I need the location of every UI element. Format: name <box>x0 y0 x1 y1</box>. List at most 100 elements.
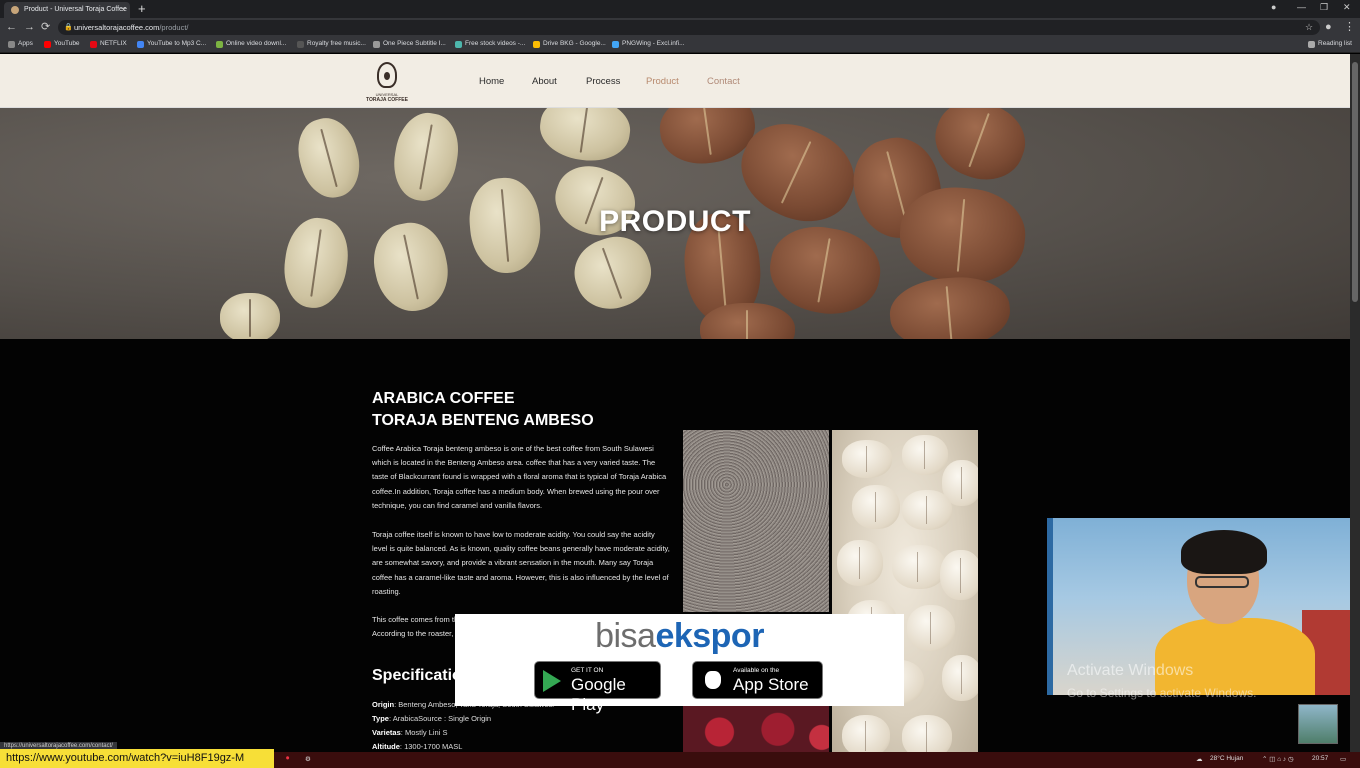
settings-icon[interactable]: ⚙ <box>305 755 311 763</box>
green-bean <box>837 540 883 586</box>
product-heading-line2: TORAJA BENTENG AMBESO <box>372 412 594 429</box>
bookmark-label: Royalty free music... <box>307 40 366 47</box>
reading-list-button[interactable]: Reading list <box>1308 40 1352 48</box>
ground-coffee-photo <box>683 430 829 612</box>
music-icon <box>297 41 304 48</box>
bookmark-item[interactable]: One Piece Subtitle I... <box>373 40 446 48</box>
bookmark-label: YouTube <box>54 40 80 47</box>
bookmark-star-icon[interactable]: ☆ <box>1305 20 1313 34</box>
browser-tab-strip: Product - Universal Toraja Coffee × + ● … <box>0 0 1360 18</box>
bookmark-label: NETFLIX <box>100 40 127 47</box>
apple-icon <box>705 671 721 689</box>
apps-icon <box>8 41 15 48</box>
browser-tab[interactable]: Product - Universal Toraja Coffee × <box>4 2 130 18</box>
google-play-label: Google Play <box>571 675 626 714</box>
bookmark-item[interactable]: Free stock videos -... <box>455 40 526 48</box>
logo-line2: TORAJA COFFEE <box>366 97 408 103</box>
google-play-small: GET IT ON <box>571 667 604 674</box>
green-beans-photo <box>832 430 978 760</box>
spec-row: Type: ArabicaSource : Single Origin <box>372 714 491 723</box>
video-thumbnail[interactable] <box>1298 704 1338 744</box>
coffee-bean <box>290 111 368 205</box>
record-icon[interactable]: ⏺ <box>286 755 289 763</box>
nav-process[interactable]: Process <box>586 76 620 87</box>
product-heading-line1: ARABICA COFFEE <box>372 390 515 407</box>
back-icon[interactable]: ← <box>6 20 17 34</box>
notification-icon[interactable]: ▭ <box>1340 755 1346 763</box>
product-description: Coffee Arabica Toraja benteng ambeso is … <box>372 444 667 510</box>
bookmark-label: Apps <box>18 40 33 47</box>
google-play-icon <box>543 670 561 692</box>
new-tab-button[interactable]: + <box>138 1 146 17</box>
bisaekspor-logo: bisaekspor <box>455 617 904 656</box>
hero-banner: PRODUCT <box>0 108 1350 339</box>
menu-icon[interactable]: ⋮ <box>1344 20 1355 34</box>
bookmark-item[interactable]: YouTube to Mp3 C... <box>137 40 207 48</box>
green-bean <box>842 715 890 757</box>
green-bean <box>942 655 978 701</box>
green-bean <box>842 440 892 478</box>
spec-label: Origin <box>372 700 395 709</box>
nav-product[interactable]: Product <box>646 76 679 87</box>
restore-icon[interactable]: ❐ <box>1320 2 1328 13</box>
cam-person-glasses <box>1195 576 1249 588</box>
site-logo[interactable]: UNIVERSAL TORAJA COFFEE <box>363 62 411 103</box>
coffee-bean <box>887 272 1013 339</box>
bookmark-item[interactable]: YouTube <box>44 40 80 48</box>
bookmark-item[interactable]: Apps <box>8 40 33 48</box>
spec-value: : Mostly Lini S <box>400 728 448 737</box>
bookmark-item[interactable]: Drive BKG - Google... <box>533 40 606 48</box>
coffee-bean <box>536 108 634 166</box>
app-store-button[interactable]: Available on the App Store <box>692 661 823 699</box>
bookmark-item[interactable]: Royalty free music... <box>297 40 366 48</box>
browser-toolbar: ← → ⟳ 🔒 universaltorajacoffee.com/produc… <box>0 18 1360 37</box>
cam-person-hair <box>1181 530 1267 574</box>
scrollbar-thumb[interactable] <box>1352 62 1358 302</box>
spec-label: Altitude <box>372 742 400 751</box>
forward-icon[interactable]: → <box>24 20 35 34</box>
address-bar[interactable]: 🔒 universaltorajacoffee.com/product/ <box>58 20 1320 35</box>
clock[interactable]: 20:57 <box>1312 755 1328 762</box>
logo-part2: ekspor <box>655 617 764 655</box>
spec-label: Varietas <box>372 728 401 737</box>
bookmark-item[interactable]: NETFLIX <box>90 40 127 48</box>
nav-home[interactable]: Home <box>479 76 504 87</box>
nav-contact[interactable]: Contact <box>707 76 740 87</box>
nav-about[interactable]: About <box>532 76 557 87</box>
bookmark-item[interactable]: Online video downl... <box>216 40 287 48</box>
green-bean <box>892 545 946 589</box>
product-heading: ARABICA COFFEE TORAJA BENTENG AMBESO <box>372 388 594 432</box>
coffee-bean <box>700 303 795 339</box>
spec-label: Type <box>372 714 389 723</box>
url-host: universaltorajacoffee.com <box>74 23 160 32</box>
bookmark-label: YouTube to Mp3 C... <box>147 40 207 47</box>
minimize-icon[interactable]: — <box>1297 2 1306 12</box>
bookmark-label: Free stock videos -... <box>465 40 526 47</box>
coffee-bean <box>924 108 1036 192</box>
bookmark-label: Drive BKG - Google... <box>543 40 606 47</box>
spec-value: : ArabicaSource : Single Origin <box>388 714 492 723</box>
tray-icons[interactable]: ⌃ ◫ ⌂ ♪ ◷ <box>1262 755 1294 763</box>
close-window-icon[interactable]: ✕ <box>1343 2 1351 13</box>
green-bean <box>902 435 948 475</box>
reload-icon[interactable]: ⟳ <box>41 20 50 34</box>
activate-windows-subtitle: Go to Settings to activate Windows. <box>1067 686 1257 700</box>
google-play-button[interactable]: GET IT ON Google Play <box>534 661 661 714</box>
coffee-bean <box>565 227 661 319</box>
bookmark-item[interactable]: PNGWing - Excl.infi... <box>612 40 684 48</box>
tab-title: Product - Universal Toraja Coffee <box>24 6 127 13</box>
page-scrollbar[interactable] <box>1350 54 1360 759</box>
weather-icon: ☁ <box>1196 756 1203 763</box>
avatar[interactable]: ● <box>1325 20 1332 34</box>
subtitle-icon <box>373 41 380 48</box>
bisaekspor-ad-banner[interactable]: bisaekspor GET IT ON Google Play Availab… <box>455 614 904 714</box>
product-description: Toraja coffee itself is known to have lo… <box>372 530 670 596</box>
video-icon <box>455 41 462 48</box>
profile-icon[interactable]: ● <box>1271 2 1276 12</box>
site-header: UNIVERSAL TORAJA COFFEE Home About Proce… <box>0 54 1350 108</box>
weather-status[interactable]: 28°C Hujan <box>1210 755 1243 762</box>
tab-close-icon[interactable]: × <box>121 2 126 18</box>
spec-row: Altitude: 1300-1700 MASL <box>372 742 462 751</box>
coffee-logo-icon <box>377 62 397 88</box>
bookmark-label: Online video downl... <box>226 40 287 47</box>
